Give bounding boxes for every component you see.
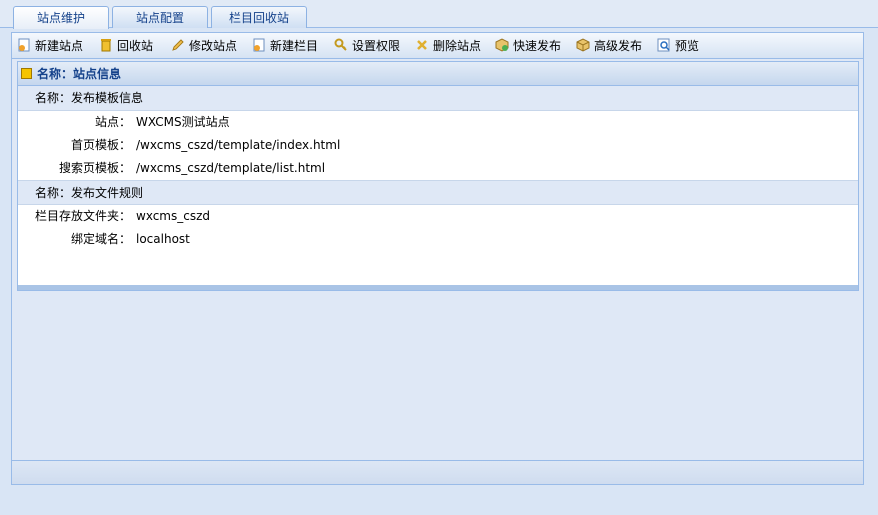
set-permission-button[interactable]: 设置权限 — [333, 37, 400, 55]
quick-publish-icon — [495, 38, 509, 52]
main-container: 新建站点 回收站 修改站点 新建栏目 设置权限 删除站点 快速发布 高级发布 预… — [11, 32, 864, 485]
new-site-icon — [18, 38, 30, 52]
field-value: localhost — [136, 232, 190, 246]
panel-header: 名称：站点信息 — [18, 62, 858, 86]
tab-site-maintenance[interactable]: 站点维护 — [13, 6, 109, 29]
status-bar — [12, 460, 863, 484]
field-label: 搜索页模板： — [58, 161, 131, 175]
field-value: WXCMS测试站点 — [136, 115, 230, 129]
key-icon — [334, 38, 347, 51]
tab-site-config[interactable]: 站点配置 — [112, 6, 208, 28]
new-column-icon — [253, 38, 265, 52]
toolbar: 新建站点 回收站 修改站点 新建栏目 设置权限 删除站点 快速发布 高级发布 预… — [12, 33, 863, 59]
group-title-template: 名称：发布模板信息 — [18, 86, 858, 111]
recycle-bin-button[interactable]: 回收站 — [98, 37, 153, 55]
tab-column-recycle[interactable]: 栏目回收站 — [211, 6, 307, 28]
advanced-publish-button[interactable]: 高级发布 — [575, 37, 642, 55]
pencil-icon — [172, 39, 184, 51]
site-info-panel: 名称：站点信息 名称：发布模板信息 站点： WXCMS测试站点 首页模板： /w… — [17, 61, 859, 291]
field-value: /wxcms_cszd/template/list.html — [136, 161, 326, 175]
info-row: 搜索页模板： /wxcms_cszd/template/list.html — [18, 157, 858, 180]
panel-title: 名称：站点信息 — [37, 67, 122, 81]
new-site-button[interactable]: 新建站点 — [16, 37, 83, 55]
field-label: 绑定域名： — [70, 232, 131, 246]
field-label: 栏目存放文件夹： — [34, 209, 131, 223]
tab-strip: 站点维护 站点配置 栏目回收站 — [0, 0, 878, 29]
panel-marker-icon — [21, 68, 32, 79]
preview-button[interactable]: 预览 — [656, 37, 699, 55]
field-value: /wxcms_cszd/template/index.html — [136, 138, 341, 152]
preview-icon — [657, 38, 670, 52]
edit-site-button[interactable]: 修改站点 — [170, 37, 237, 55]
group-title-publish-rules: 名称：发布文件规则 — [18, 180, 858, 205]
field-label: 首页模板： — [70, 138, 131, 152]
info-row: 首页模板： /wxcms_cszd/template/index.html — [18, 134, 858, 157]
delete-icon — [417, 40, 427, 50]
delete-site-button[interactable]: 删除站点 — [414, 37, 481, 55]
info-row: 绑定域名： localhost — [18, 228, 858, 251]
field-label: 站点： — [94, 115, 131, 129]
quick-publish-button[interactable]: 快速发布 — [494, 37, 561, 55]
info-row: 栏目存放文件夹： wxcms_cszd — [18, 205, 858, 228]
info-row: 站点： WXCMS测试站点 — [18, 111, 858, 134]
field-value: wxcms_cszd — [136, 209, 211, 223]
new-column-button[interactable]: 新建栏目 — [251, 37, 318, 55]
trash-icon — [101, 39, 111, 52]
advanced-publish-icon — [576, 38, 590, 52]
panel-bottom-bar — [18, 285, 858, 290]
